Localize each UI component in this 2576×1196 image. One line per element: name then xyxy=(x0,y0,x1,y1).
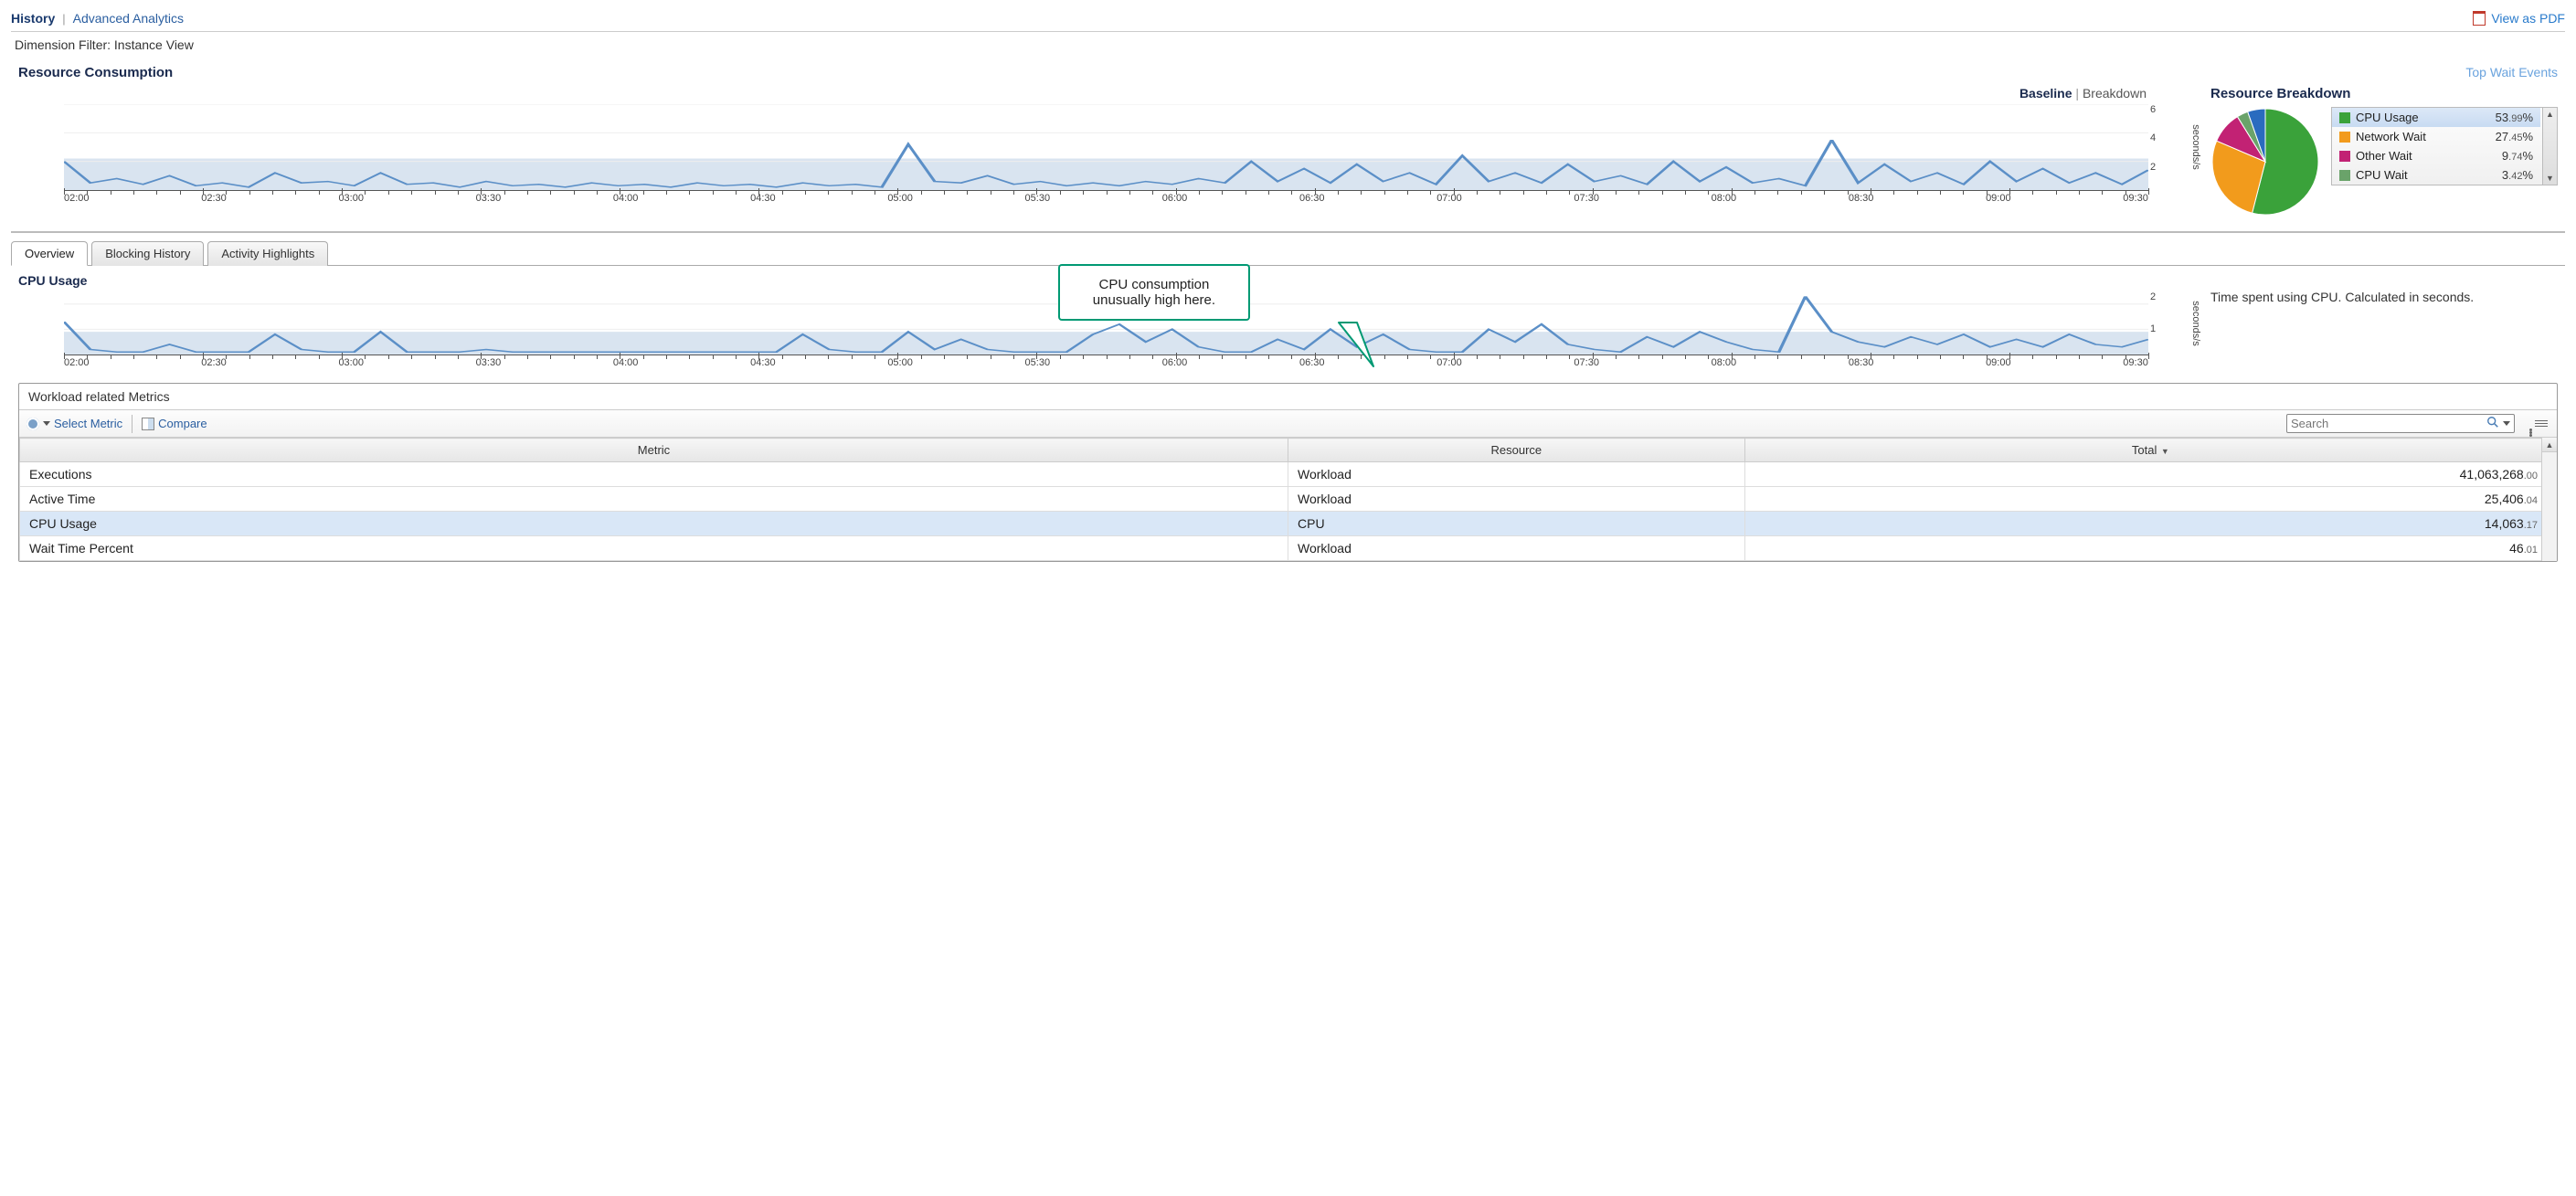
resource-consumption-chart[interactable]: 642 seconds/s xyxy=(64,104,2148,191)
resource-breakdown-pie[interactable] xyxy=(2210,107,2320,217)
table-row[interactable]: Wait Time Percent Workload 46.01 xyxy=(20,536,2557,561)
table-scrollbar[interactable]: ▲ xyxy=(2541,438,2557,561)
sort-desc-icon: ▼ xyxy=(2158,447,2168,456)
legend-value: 27.45% xyxy=(2496,130,2533,143)
search-field[interactable] xyxy=(2291,417,2486,430)
annotation-callout: CPU consumption unusually high here. xyxy=(1058,264,1250,321)
table-row[interactable]: Active Time Workload 25,406.04 xyxy=(20,487,2557,512)
legend-label: Network Wait xyxy=(2356,130,2496,143)
workload-metrics-title: Workload related Metrics xyxy=(19,384,2557,410)
legend-label: CPU Wait xyxy=(2356,168,2502,182)
legend-value: 9.74% xyxy=(2502,149,2533,163)
color-swatch xyxy=(2339,132,2350,143)
y-axis-label: seconds/s xyxy=(2190,301,2201,346)
search-icon[interactable] xyxy=(2486,416,2499,431)
tab-activity-highlights[interactable]: Activity Highlights xyxy=(207,241,328,266)
detail-tabs: Overview Blocking History Activity Highl… xyxy=(11,240,2565,266)
cell-resource: Workload xyxy=(1288,462,1745,487)
pdf-icon xyxy=(2473,11,2486,26)
tab-advanced-analytics[interactable]: Advanced Analytics xyxy=(73,11,184,26)
workload-toolbar: Select Metric Compare xyxy=(19,410,2557,438)
cell-metric: Executions xyxy=(20,462,1288,487)
legend-item[interactable]: CPU Usage 53.99% xyxy=(2332,108,2540,127)
x-axis-ticks: 02:0002:3003:0003:3004:0004:3005:0005:30… xyxy=(64,193,2148,204)
tab-overview[interactable]: Overview xyxy=(11,241,88,266)
color-swatch xyxy=(2339,151,2350,162)
dimension-filter-label: Dimension Filter: Instance View xyxy=(15,37,2565,52)
legend-item[interactable]: Other Wait 9.74% xyxy=(2332,146,2540,165)
caret-down-icon[interactable] xyxy=(2503,421,2510,426)
legend-value: 53.99% xyxy=(2496,111,2533,124)
tab-blocking-history[interactable]: Blocking History xyxy=(91,241,204,266)
select-metric-button[interactable]: Select Metric xyxy=(27,417,122,430)
y-axis-label: seconds/s xyxy=(2190,124,2201,170)
cell-resource: CPU xyxy=(1288,512,1745,536)
cell-total: 25,406.04 xyxy=(1744,487,2556,512)
compare-icon xyxy=(142,418,154,430)
tab-history[interactable]: History xyxy=(11,11,55,26)
separator: | xyxy=(62,12,65,26)
section-title-resource-consumption: Resource Consumption xyxy=(18,65,173,80)
legend-item[interactable]: Network Wait 27.45% xyxy=(2332,127,2540,146)
legend-value: 3.42% xyxy=(2502,168,2533,182)
table-row[interactable]: Executions Workload 41,063,268.00 xyxy=(20,462,2557,487)
legend-label: CPU Usage xyxy=(2356,111,2496,124)
legend-item[interactable]: CPU Wait 3.42% xyxy=(2332,165,2540,185)
cell-total: 46.01 xyxy=(1744,536,2556,561)
top-nav: History | Advanced Analytics View as PDF xyxy=(11,7,2565,32)
cell-total: 41,063,268.00 xyxy=(1744,462,2556,487)
col-total[interactable]: Total ▼ xyxy=(1744,439,2556,462)
top-wait-events-link[interactable]: Top Wait Events xyxy=(2465,65,2558,79)
color-swatch xyxy=(2339,112,2350,123)
chart-mode-toggle: Baseline | Breakdown xyxy=(18,84,2174,104)
toggle-baseline[interactable]: Baseline xyxy=(2019,86,2072,101)
cell-metric: Active Time xyxy=(20,487,1288,512)
toggle-breakdown[interactable]: Breakdown xyxy=(2083,86,2147,101)
view-as-pdf-label: View as PDF xyxy=(2491,11,2565,26)
search-input[interactable] xyxy=(2286,414,2515,433)
col-metric[interactable]: Metric xyxy=(20,439,1288,462)
resource-breakdown-legend: CPU Usage 53.99% Network Wait 27.45% Oth… xyxy=(2331,107,2558,185)
cell-resource: Workload xyxy=(1288,487,1745,512)
cell-metric: Wait Time Percent xyxy=(20,536,1288,561)
caret-down-icon xyxy=(43,421,50,426)
cell-total: 14,063.17 xyxy=(1744,512,2556,536)
cell-resource: Workload xyxy=(1288,536,1745,561)
table-options-icon[interactable] xyxy=(2533,418,2549,429)
cell-metric: CPU Usage xyxy=(20,512,1288,536)
workload-metrics-panel: Workload related Metrics Select Metric C… xyxy=(18,383,2558,562)
table-row[interactable]: CPU Usage CPU 14,063.17 xyxy=(20,512,2557,536)
gear-icon xyxy=(27,418,39,430)
cpu-usage-description: Time spent using CPU. Calculated in seco… xyxy=(2210,273,2558,368)
metrics-table: Metric Resource Total ▼ Executions Workl… xyxy=(19,438,2557,561)
view-as-pdf-link[interactable]: View as PDF xyxy=(2473,11,2565,26)
legend-scrollbar[interactable]: ▲▼ xyxy=(2542,108,2557,185)
col-resource[interactable]: Resource xyxy=(1288,439,1745,462)
legend-label: Other Wait xyxy=(2356,149,2502,163)
x-axis-ticks: 02:0002:3003:0003:3004:0004:3005:0005:30… xyxy=(64,357,2148,368)
color-swatch xyxy=(2339,170,2350,181)
compare-button[interactable]: Compare xyxy=(142,417,207,430)
section-title-resource-breakdown: Resource Breakdown xyxy=(2210,84,2558,101)
